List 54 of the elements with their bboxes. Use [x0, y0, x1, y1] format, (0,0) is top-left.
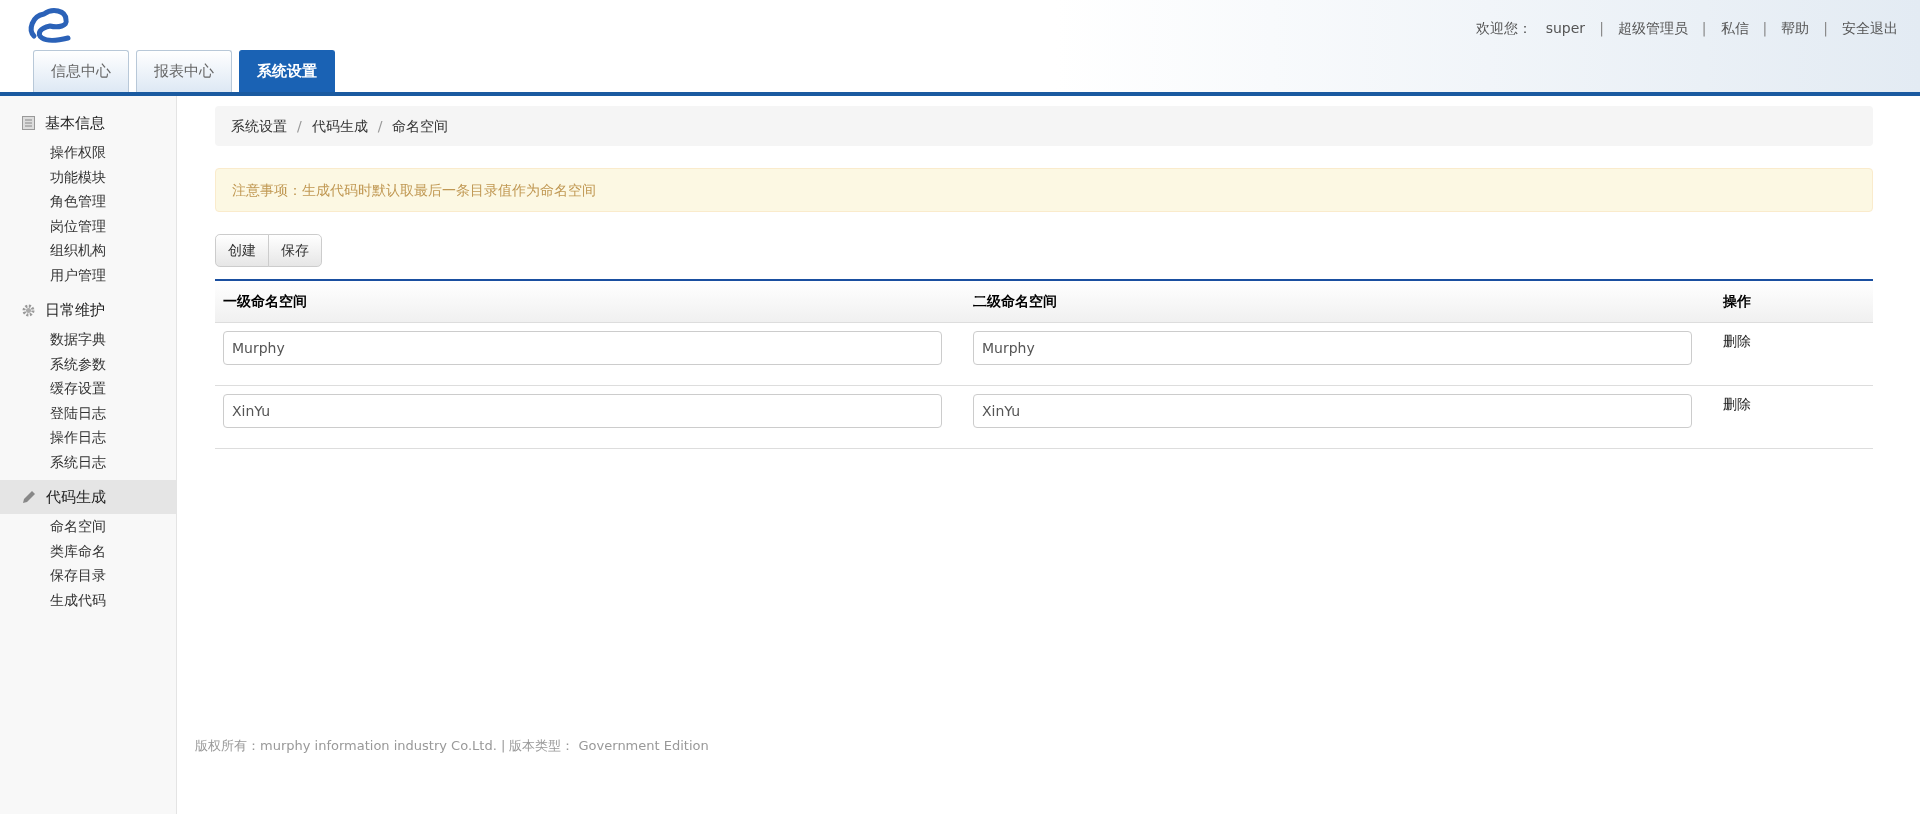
sidebar-item[interactable]: 系统参数: [0, 351, 176, 376]
sidebar-group[interactable]: 日常维护: [0, 293, 176, 327]
separator: |: [1823, 19, 1828, 39]
column-header: 操作: [1722, 292, 1752, 312]
sidebar-item[interactable]: 生成代码: [0, 587, 176, 612]
nav-tab[interactable]: 报表中心: [136, 50, 232, 92]
text-input[interactable]: Murphy: [973, 331, 1692, 365]
sidebar-item[interactable]: 系统日志: [0, 449, 176, 474]
sidebar-item[interactable]: 缓存设置: [0, 376, 176, 401]
sidebar-group[interactable]: 基本信息: [0, 106, 176, 140]
sidebar-item[interactable]: 岗位管理: [0, 213, 176, 238]
sidebar-item[interactable]: 登陆日志: [0, 400, 176, 425]
delete-link[interactable]: 删除: [1715, 333, 1751, 349]
toolbar-button[interactable]: 保存: [268, 234, 322, 267]
sidebar-item[interactable]: 组织机构: [0, 238, 176, 263]
gear-icon: [22, 303, 35, 317]
welcome-text: 欢迎您：: [1475, 19, 1532, 38]
sidebar-group[interactable]: 代码生成: [0, 480, 176, 514]
sidebar-item[interactable]: 操作日志: [0, 425, 176, 450]
logo-icon: [26, 6, 72, 46]
toolbar-button[interactable]: 创建: [215, 234, 269, 267]
separator: |: [1599, 19, 1604, 39]
breadcrumb-item[interactable]: 代码生成: [311, 115, 368, 137]
breadcrumb-separator: /: [297, 116, 302, 136]
separator: |: [1762, 19, 1768, 39]
column-header: 一级命名空间: [222, 292, 308, 312]
breadcrumb-item[interactable]: 系统设置: [231, 115, 287, 137]
text-input[interactable]: XinYu: [223, 394, 942, 428]
sidebar-item[interactable]: 操作权限: [0, 140, 176, 165]
welcome-text: super: [1545, 19, 1586, 38]
sidebar-item[interactable]: 角色管理: [0, 189, 176, 214]
column-header: 二级命名空间: [972, 292, 1058, 312]
header-link[interactable]: 私信: [1720, 18, 1749, 39]
text-input[interactable]: Murphy: [223, 331, 942, 365]
breadcrumb-item[interactable]: 命名空间: [392, 115, 449, 137]
header-link[interactable]: 超级管理员: [1617, 18, 1688, 39]
nav-tab[interactable]: 系统设置: [239, 50, 335, 92]
pencil-icon: [22, 490, 36, 504]
notice-alert: 注意事项：生成代码时默认取最后一条目录值作为命名空间: [215, 168, 1873, 212]
breadcrumb-separator: /: [377, 116, 383, 136]
nav-tab[interactable]: 信息中心: [33, 50, 129, 92]
header-link[interactable]: 安全退出: [1842, 18, 1898, 39]
sidebar-item[interactable]: 保存目录: [0, 563, 176, 588]
sidebar-item[interactable]: 用户管理: [0, 262, 176, 287]
header-link[interactable]: 帮助: [1781, 18, 1810, 39]
separator: |: [1701, 19, 1707, 39]
sidebar-item[interactable]: 数据字典: [0, 327, 176, 352]
sidebar-item[interactable]: 功能模块: [0, 164, 176, 189]
footer-text: 版权所有：murphy information industry Co.Ltd. | 版本类型： Government Edition: [195, 737, 709, 755]
sidebar-item[interactable]: 类库命名: [0, 538, 176, 563]
sidebar-item[interactable]: 命名空间: [0, 514, 176, 539]
list-icon: [22, 116, 35, 130]
text-input[interactable]: XinYu: [973, 394, 1692, 428]
delete-link[interactable]: 删除: [1715, 396, 1751, 412]
